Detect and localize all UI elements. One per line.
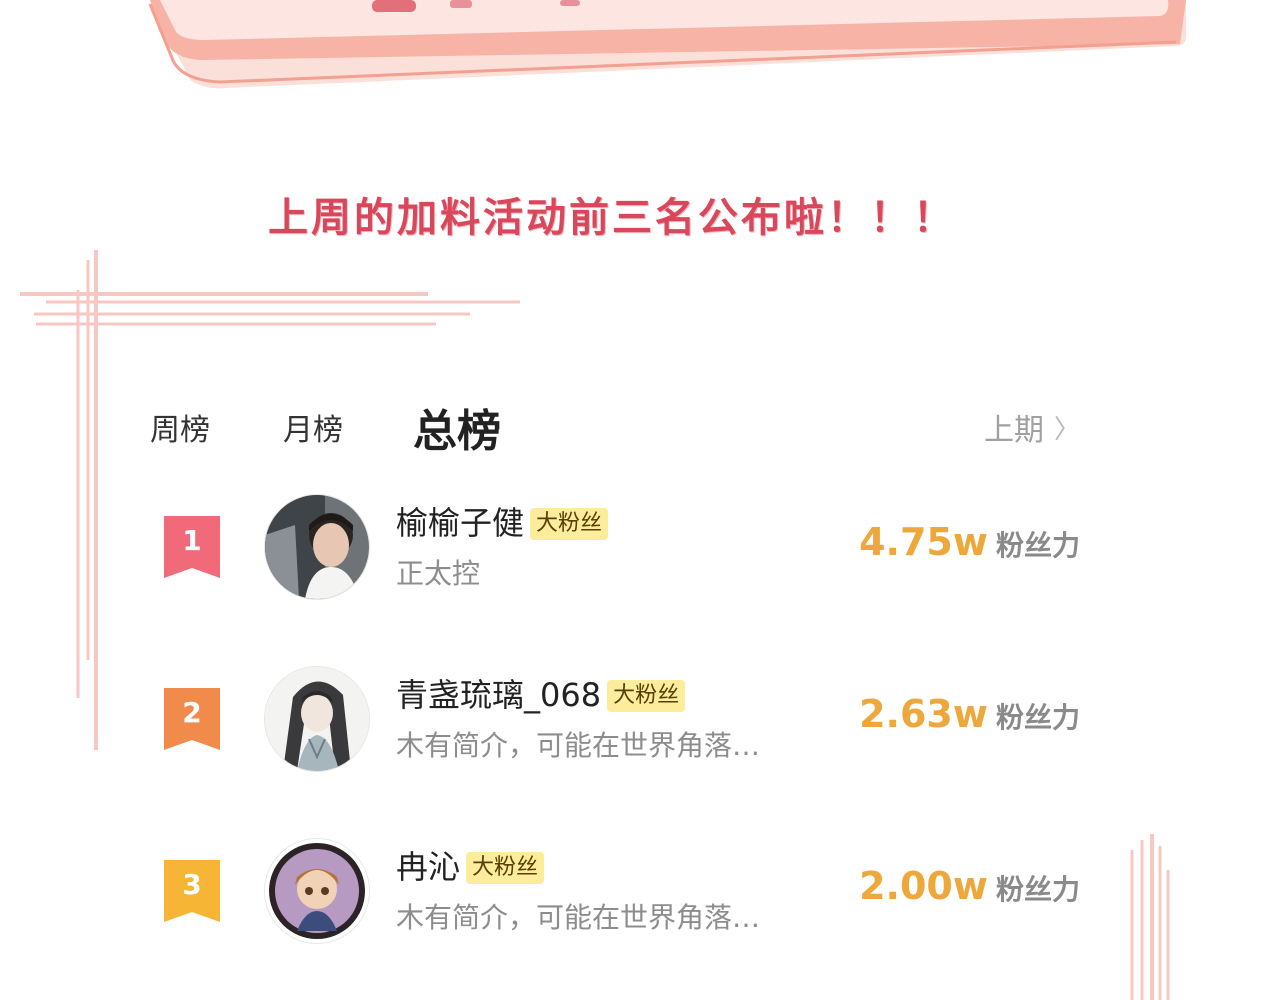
ranking-tabs: 周榜 月榜 总榜 上期〉: [150, 395, 1080, 457]
rank-badge: 2: [164, 688, 220, 750]
chevron-right-icon: 〉: [1053, 415, 1080, 445]
fan-power-score: 2.00w 粉丝力: [859, 864, 1080, 908]
score-value: 2.63w: [859, 692, 988, 736]
ranking-row[interactable]: 2 青盏琉璃_068 大粉丝 木有简介，可能在世界角落… 2.63w 粉丝力: [150, 666, 1080, 776]
tab-month[interactable]: 月榜: [283, 405, 343, 449]
ranking-row[interactable]: 1 榆榆子健 大粉丝 正太控 4.75w 粉丝力: [150, 494, 1080, 604]
user-bio: 正太控: [396, 557, 481, 590]
fan-level-badge: 大粉丝: [466, 852, 545, 884]
previous-period-label: 上期: [983, 413, 1044, 448]
rank-number: 2: [182, 696, 202, 729]
rank-badge: 3: [164, 860, 220, 922]
fan-level-badge: 大粉丝: [530, 508, 609, 540]
rank-badge: 1: [164, 516, 220, 578]
avatar[interactable]: [264, 838, 370, 944]
user-bio: 木有简介，可能在世界角落…: [396, 729, 761, 762]
fan-level-badge: 大粉丝: [607, 680, 686, 712]
user-name[interactable]: 冉沁 大粉丝: [396, 842, 545, 888]
previous-period-link[interactable]: 上期〉: [984, 405, 1080, 449]
avatar[interactable]: [264, 494, 370, 600]
avatar[interactable]: [264, 666, 370, 772]
top-banner: [148, 0, 1186, 89]
score-unit: 粉丝力: [995, 529, 1080, 562]
decorative-lines-right: [1130, 834, 1170, 1000]
rank-number: 1: [182, 524, 202, 557]
ranking-row[interactable]: 3 冉沁 大粉丝 木有简介，可能在世界角落… 2.00w 粉丝力: [150, 838, 1080, 948]
score-unit: 粉丝力: [995, 701, 1080, 734]
tab-total[interactable]: 总榜: [413, 395, 501, 459]
score-value: 2.00w: [859, 864, 988, 908]
user-name[interactable]: 青盏琉璃_068 大粉丝: [396, 670, 686, 716]
score-unit: 粉丝力: [995, 873, 1080, 906]
rank-number: 3: [182, 868, 202, 901]
score-value: 4.75w: [859, 520, 988, 564]
fan-power-score: 4.75w 粉丝力: [859, 520, 1080, 564]
user-bio: 木有简介，可能在世界角落…: [396, 901, 761, 934]
user-name[interactable]: 榆榆子健 大粉丝: [396, 498, 609, 544]
fan-power-score: 2.63w 粉丝力: [859, 692, 1080, 736]
tab-week[interactable]: 周榜: [150, 405, 210, 449]
